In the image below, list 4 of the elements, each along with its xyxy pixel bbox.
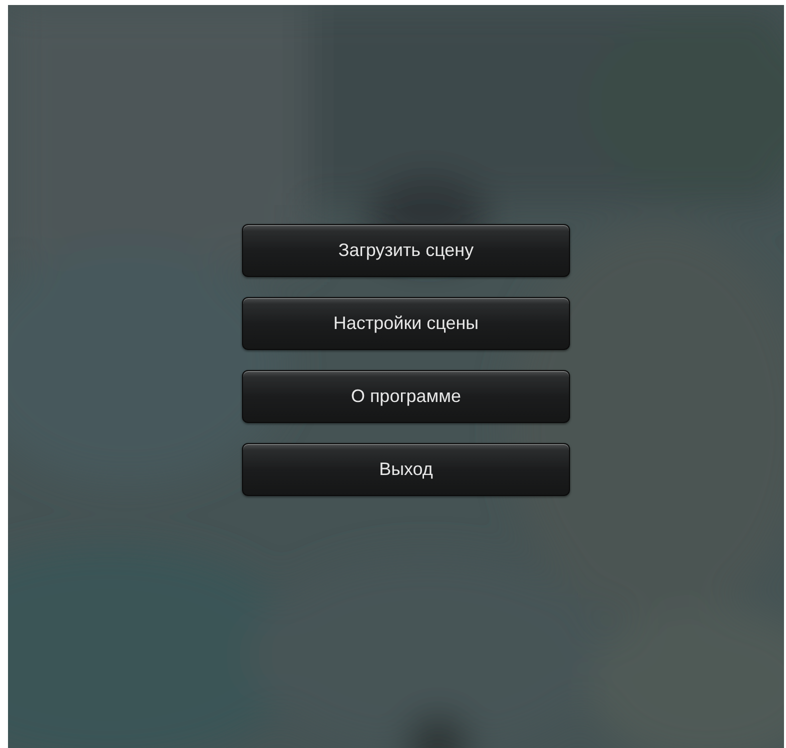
- menu-button[interactable]: Выход: [242, 443, 570, 496]
- menu-button[interactable]: Загрузить сцену: [242, 224, 570, 277]
- menu-button[interactable]: О программе: [242, 370, 570, 423]
- menu-button[interactable]: Настройки сцены: [242, 297, 570, 350]
